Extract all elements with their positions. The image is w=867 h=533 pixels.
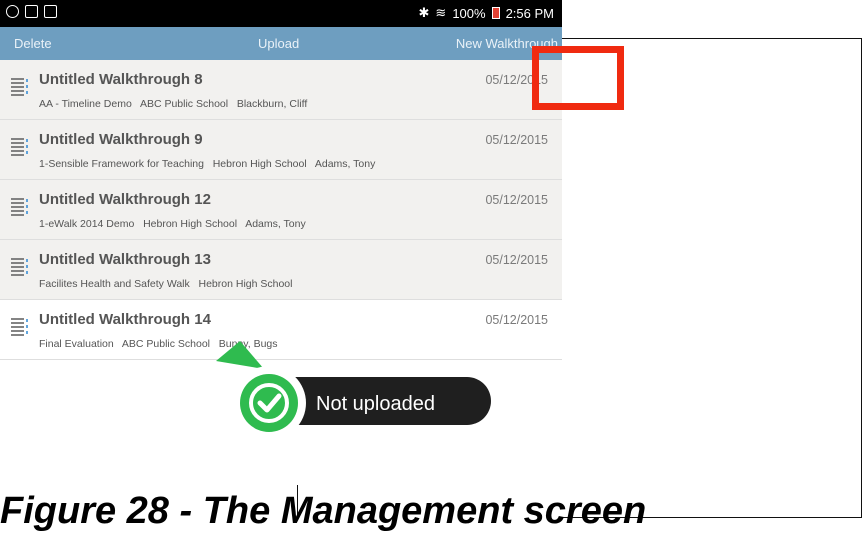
status-bar: ✱ ≋ 100% 2:56 PM <box>0 0 562 27</box>
status-icons-right: ✱ ≋ 100% 2:56 PM <box>419 5 554 21</box>
list-item[interactable]: Untitled Walkthrough 9 1-Sensible Framew… <box>0 120 562 180</box>
callout-label: Not uploaded <box>316 393 435 415</box>
battery-percent: 100% <box>452 5 486 21</box>
document-icon <box>11 198 28 216</box>
item-details: Facilites Health and Safety Walk Hebron … <box>39 278 293 290</box>
list-item[interactable]: Untitled Walkthrough 13 Facilites Health… <box>0 240 562 300</box>
image-icon <box>44 5 57 18</box>
item-title: Untitled Walkthrough 14 <box>39 311 211 328</box>
item-date: 05/12/2015 <box>485 313 548 327</box>
list-item[interactable]: Untitled Walkthrough 12 1-eWalk 2014 Dem… <box>0 180 562 240</box>
item-date: 05/12/2015 <box>485 133 548 147</box>
list-item[interactable]: Untitled Walkthrough 8 AA - Timeline Dem… <box>0 60 562 120</box>
item-title: Untitled Walkthrough 12 <box>39 191 211 208</box>
document-icon <box>11 318 28 336</box>
item-details: AA - Timeline Demo ABC Public School Bla… <box>39 98 308 110</box>
wifi-icon: ≋ <box>435 5 447 20</box>
delete-button[interactable]: Delete <box>14 36 52 51</box>
clock: 2:56 PM <box>505 5 554 21</box>
item-title: Untitled Walkthrough 13 <box>39 251 211 268</box>
document-icon <box>11 78 28 96</box>
document-icon <box>11 138 28 156</box>
upload-button[interactable]: Upload <box>258 36 299 51</box>
figure-caption: Figure 28 - The Management screen <box>0 490 647 532</box>
item-details: 1-Sensible Framework for Teaching Hebron… <box>39 158 376 170</box>
item-details: 1-eWalk 2014 Demo Hebron High School Ada… <box>39 218 306 230</box>
action-toolbar: Delete Upload New Walkthrough <box>0 27 562 60</box>
highlight-box <box>532 46 624 110</box>
screen-icon <box>25 5 38 18</box>
walkthrough-list: Untitled Walkthrough 8 AA - Timeline Dem… <box>0 60 562 360</box>
checkmark-icon <box>249 383 289 423</box>
figure-frame <box>562 38 862 518</box>
list-item[interactable]: Untitled Walkthrough 14 Final Evaluation… <box>0 300 562 360</box>
status-icons-left <box>6 5 57 18</box>
settings-icon <box>6 5 19 18</box>
item-date: 05/12/2015 <box>485 253 548 267</box>
battery-icon <box>491 7 500 19</box>
item-title: Untitled Walkthrough 8 <box>39 71 203 88</box>
item-date: 05/12/2015 <box>485 193 548 207</box>
bluetooth-icon: ✱ <box>418 5 430 20</box>
document-icon <box>11 258 28 276</box>
item-title: Untitled Walkthrough 9 <box>39 131 203 148</box>
